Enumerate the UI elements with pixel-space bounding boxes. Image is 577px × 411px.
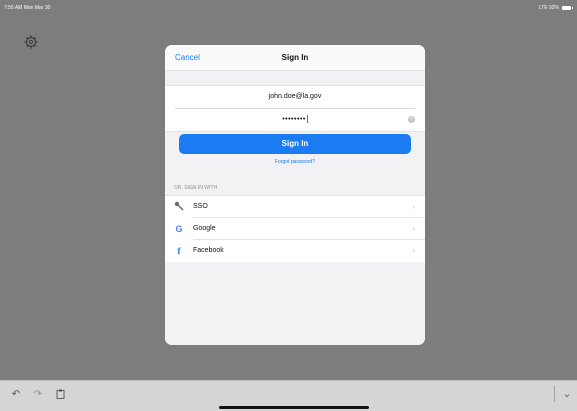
settings-gear-icon[interactable]	[24, 35, 38, 49]
paste-icon[interactable]	[54, 389, 66, 401]
modal-title: Sign In	[281, 53, 309, 62]
home-indicator[interactable]	[219, 406, 369, 409]
facebook-icon: f	[177, 246, 181, 256]
chevron-right-icon: ›	[412, 224, 415, 233]
chevron-down-icon[interactable]: ⌄	[561, 389, 573, 401]
chevron-right-icon: ›	[412, 246, 415, 255]
text-caret	[306, 115, 308, 124]
chevron-right-icon: ›	[412, 202, 415, 211]
provider-facebook[interactable]: f Facebook ›	[165, 240, 425, 262]
forgot-password-link[interactable]: Forgot password?	[165, 159, 425, 165]
status-time: 7:55 AM Mon Mar 30	[4, 5, 51, 11]
provider-google[interactable]: G Google ›	[165, 218, 425, 240]
sign-in-button[interactable]: Sign In	[179, 134, 411, 154]
provider-label-facebook: Facebook	[193, 247, 224, 254]
battery-icon	[562, 6, 573, 10]
status-bar: 7:55 AM Mon Mar 30 LTE 92%	[0, 0, 577, 16]
credentials-group: john.doe@la.gov •••••••• ×	[165, 85, 425, 132]
password-field[interactable]: ••••••••	[175, 109, 415, 131]
google-icon: G	[175, 224, 183, 234]
modal-empty-area	[165, 262, 425, 345]
provider-sso[interactable]: SSO ›	[165, 196, 425, 218]
modal-header: Cancel Sign In	[165, 45, 425, 71]
sign-in-modal: Cancel Sign In john.doe@la.gov •••••••• …	[165, 45, 425, 345]
provider-list: SSO › G Google › f Facebook ›	[165, 195, 425, 263]
email-field[interactable]: john.doe@la.gov	[175, 86, 415, 109]
status-right: LTE 92%	[538, 5, 573, 11]
key-icon	[173, 201, 185, 213]
redo-icon[interactable]: ↷	[32, 389, 44, 401]
clear-icon[interactable]: ×	[408, 116, 415, 123]
password-value: ••••••••	[282, 116, 306, 123]
toolbar-separator	[554, 386, 555, 402]
network-status: LTE 92%	[538, 5, 559, 11]
provider-label-sso: SSO	[193, 203, 208, 210]
undo-icon[interactable]: ↶	[10, 389, 22, 401]
provider-label-google: Google	[193, 225, 216, 232]
or-sign-in-with-label: OR, SIGN IN WITH	[174, 185, 218, 191]
